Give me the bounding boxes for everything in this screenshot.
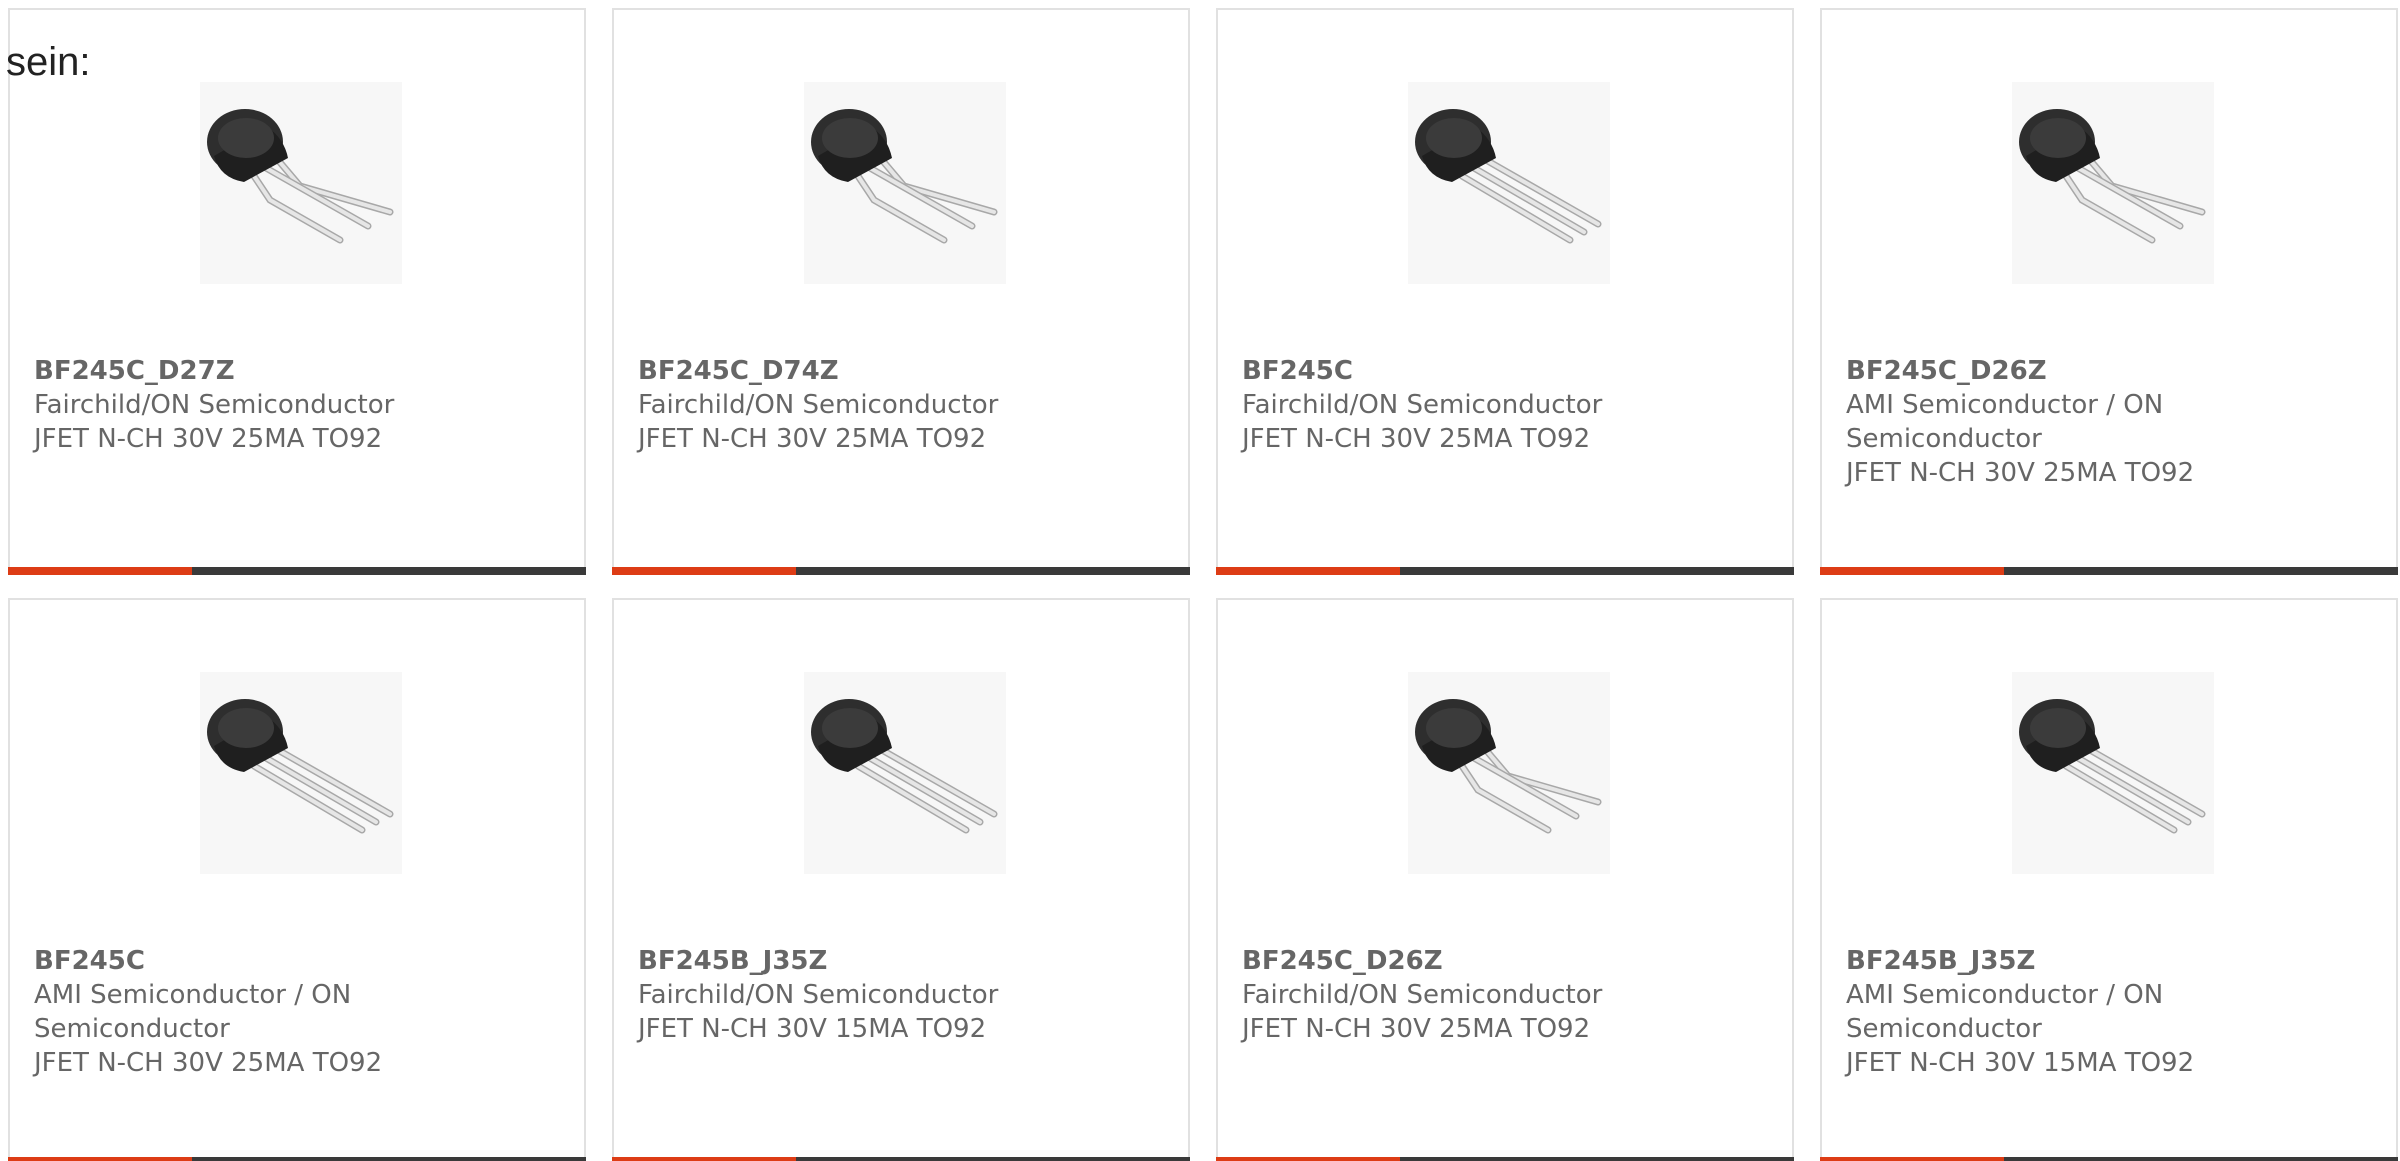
card-footer-bar <box>1820 567 2398 575</box>
to92-transistor-bent-leads-icon <box>2019 109 2206 244</box>
part-number[interactable]: BF245B_J35Z <box>638 944 1158 978</box>
transistor-image[interactable] <box>1408 82 1610 284</box>
to92-transistor-bent-leads-icon <box>811 109 998 244</box>
card-accent-bar <box>1820 567 2004 575</box>
card-footer-bar <box>8 567 586 575</box>
card-footer-bar <box>1216 1157 1794 1161</box>
manufacturer: Fairchild/ON Semiconductor <box>1242 980 1603 1010</box>
card-accent-bar <box>8 1157 192 1161</box>
to92-transistor-straight-leads-icon <box>811 699 998 834</box>
description: JFET N-CH 30V 25MA TO92 <box>1242 424 1591 454</box>
product-card[interactable]: BF245C_D26Z AMI Semiconductor / ON Semic… <box>1820 8 2398 575</box>
part-number[interactable]: BF245B_J35Z <box>1846 944 2366 978</box>
part-number[interactable]: BF245C_D27Z <box>34 354 554 388</box>
card-footer-bar <box>612 1157 1190 1161</box>
product-card[interactable]: BF245C Fairchild/ON Semiconductor JFET N… <box>1216 8 1794 575</box>
card-accent-bar <box>612 1157 796 1161</box>
part-number[interactable]: BF245C_D26Z <box>1846 354 2366 388</box>
product-info: BF245B_J35Z Fairchild/ON Semiconductor J… <box>638 944 1158 1046</box>
description: JFET N-CH 30V 25MA TO92 <box>638 424 987 454</box>
manufacturer: Fairchild/ON Semiconductor <box>1242 390 1603 420</box>
transistor-image[interactable] <box>2012 672 2214 874</box>
product-card[interactable]: BF245C_D74Z Fairchild/ON Semiconductor J… <box>612 8 1190 575</box>
card-footer-bar <box>1216 567 1794 575</box>
manufacturer: AMI Semiconductor / ON Semiconductor <box>1846 390 2164 454</box>
manufacturer: Fairchild/ON Semiconductor <box>638 390 999 420</box>
transistor-image[interactable] <box>804 82 1006 284</box>
to92-transistor-straight-leads-icon <box>1415 109 1602 244</box>
product-card[interactable]: BF245C AMI Semiconductor / ON Semiconduc… <box>8 598 586 1161</box>
product-info: BF245C AMI Semiconductor / ON Semiconduc… <box>34 944 554 1080</box>
manufacturer: AMI Semiconductor / ON Semiconductor <box>34 980 352 1044</box>
description: JFET N-CH 30V 25MA TO92 <box>1242 1014 1591 1044</box>
card-footer-bar <box>8 1157 586 1161</box>
card-accent-bar <box>1216 567 1400 575</box>
manufacturer: Fairchild/ON Semiconductor <box>34 390 395 420</box>
part-number[interactable]: BF245C <box>34 944 554 978</box>
product-info: BF245B_J35Z AMI Semiconductor / ON Semic… <box>1846 944 2366 1080</box>
transistor-image[interactable] <box>200 672 402 874</box>
card-accent-bar <box>612 567 796 575</box>
part-number[interactable]: BF245C_D74Z <box>638 354 1158 388</box>
description: JFET N-CH 30V 15MA TO92 <box>638 1014 987 1044</box>
product-card[interactable]: BF245B_J35Z AMI Semiconductor / ON Semic… <box>1820 598 2398 1161</box>
card-accent-bar <box>1820 1157 2004 1161</box>
manufacturer: AMI Semiconductor / ON Semiconductor <box>1846 980 2164 1044</box>
description: JFET N-CH 30V 25MA TO92 <box>34 424 383 454</box>
card-accent-bar <box>8 567 192 575</box>
transistor-image[interactable] <box>2012 82 2214 284</box>
product-card[interactable]: BF245C_D27Z Fairchild/ON Semiconductor J… <box>8 8 586 575</box>
product-card[interactable]: BF245C_D26Z Fairchild/ON Semiconductor J… <box>1216 598 1794 1161</box>
description: JFET N-CH 30V 15MA TO92 <box>1846 1048 2195 1078</box>
transistor-image[interactable] <box>1408 672 1610 874</box>
description: JFET N-CH 30V 25MA TO92 <box>1846 458 2195 488</box>
to92-transistor-bent-leads-icon <box>207 109 394 244</box>
part-number[interactable]: BF245C <box>1242 354 1762 388</box>
product-info: BF245C_D74Z Fairchild/ON Semiconductor J… <box>638 354 1158 456</box>
product-info: BF245C_D26Z Fairchild/ON Semiconductor J… <box>1242 944 1762 1046</box>
card-accent-bar <box>1216 1157 1400 1161</box>
to92-transistor-bent-leads-icon <box>1415 699 1602 834</box>
transistor-image[interactable] <box>804 672 1006 874</box>
part-number[interactable]: BF245C_D26Z <box>1242 944 1762 978</box>
page: sein: BF245C_D27Z Fairchild/ON Semicondu… <box>0 0 2400 1161</box>
to92-transistor-straight-leads-icon <box>2019 699 2206 834</box>
product-card[interactable]: BF245B_J35Z Fairchild/ON Semiconductor J… <box>612 598 1190 1161</box>
to92-transistor-straight-leads-icon <box>207 699 394 834</box>
product-info: BF245C Fairchild/ON Semiconductor JFET N… <box>1242 354 1762 456</box>
description: JFET N-CH 30V 25MA TO92 <box>34 1048 383 1078</box>
intro-text: sein: <box>6 40 91 84</box>
product-info: BF245C_D26Z AMI Semiconductor / ON Semic… <box>1846 354 2366 490</box>
product-info: BF245C_D27Z Fairchild/ON Semiconductor J… <box>34 354 554 456</box>
card-footer-bar <box>1820 1157 2398 1161</box>
card-footer-bar <box>612 567 1190 575</box>
manufacturer: Fairchild/ON Semiconductor <box>638 980 999 1010</box>
transistor-image[interactable] <box>200 82 402 284</box>
